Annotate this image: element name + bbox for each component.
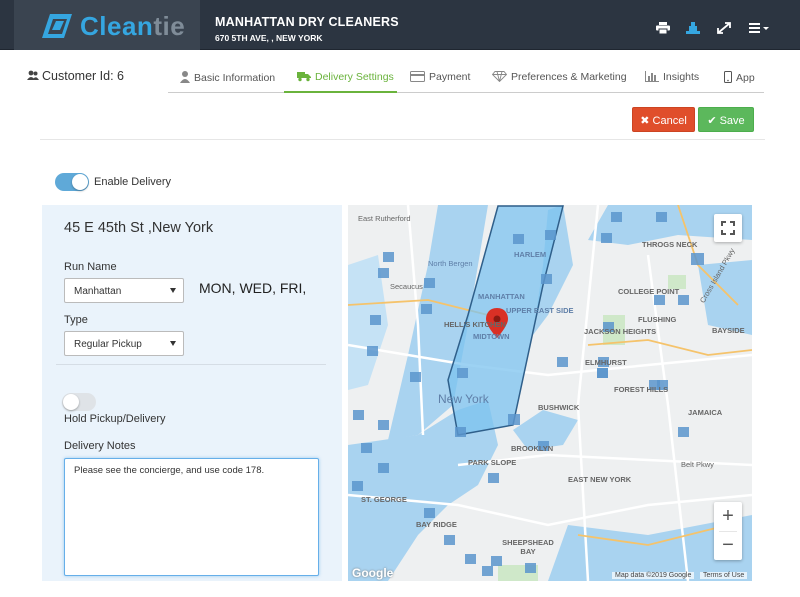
enable-delivery-toggle[interactable] [55, 173, 89, 191]
map-label: BAYSIDE [712, 326, 745, 335]
users-icon [27, 70, 39, 80]
divider [40, 139, 765, 140]
expand-icon[interactable] [717, 22, 731, 34]
business-address: 670 5TH AVE, , NEW YORK [215, 33, 323, 43]
panel-divider [56, 364, 326, 365]
fullscreen-button[interactable] [714, 214, 742, 242]
map-label: New York [438, 392, 489, 406]
map-attribution: Map data ©2019 Google [612, 572, 695, 579]
enable-delivery-label: Enable Delivery [94, 176, 172, 188]
type-label: Type [64, 314, 88, 326]
diamond-icon [491, 71, 508, 83]
caret-down-icon [170, 341, 176, 346]
check-icon: ✔ [707, 115, 717, 127]
map-label: Belt Pkwy [681, 460, 714, 469]
tab-delivery-settings[interactable]: Delivery Settings [284, 60, 397, 93]
map-label: MANHATTAN [478, 292, 525, 301]
tab-basic-information[interactable]: Basic Information [180, 60, 275, 93]
save-button[interactable]: ✔ Save [698, 107, 754, 132]
hold-label: Hold Pickup/Delivery [64, 413, 166, 425]
delivery-notes-textarea[interactable]: Please see the concierge, and use code 1… [64, 458, 319, 576]
terms-link[interactable]: Terms of Use [700, 572, 748, 579]
map-label: BAY RIDGE [416, 520, 457, 529]
tab-insights[interactable]: Insights [645, 60, 699, 93]
type-select[interactable]: Regular Pickup [64, 331, 184, 356]
user-icon [180, 71, 190, 83]
map-label: ST. GEORGE [361, 495, 407, 504]
truck-icon [297, 72, 311, 82]
close-icon: ✖ [640, 115, 650, 127]
logo-text: Cleantie [80, 11, 186, 41]
delivery-notes-label: Delivery Notes [64, 440, 136, 452]
tab-app[interactable]: App [724, 60, 755, 93]
zoom-in-button[interactable]: + [714, 502, 742, 531]
tab-preferences-marketing[interactable]: Preferences & Marketing [491, 60, 627, 93]
bar-chart-icon [645, 71, 659, 82]
zoom-out-button[interactable]: − [714, 531, 742, 560]
delivery-days: MON, WED, FRI, [199, 280, 307, 296]
map-label: THROGS NECK [642, 240, 698, 249]
map-label: BUSHWICK [538, 403, 580, 412]
map[interactable]: East Rutherford North Bergen Secaucus HA… [348, 205, 752, 581]
map-label: MIDTOWN [473, 332, 510, 341]
cancel-button[interactable]: ✖ Cancel [632, 107, 695, 132]
run-name-label: Run Name [64, 261, 117, 273]
hold-toggle[interactable] [62, 393, 96, 411]
map-label: East Rutherford [358, 214, 411, 223]
map-label: EAST NEW YORK [568, 475, 632, 484]
route-icon[interactable] [686, 22, 700, 34]
top-bar: Cleantie MANHATTAN DRY CLEANERS 670 5TH … [0, 0, 800, 50]
map-label: Secaucus [390, 282, 423, 291]
tab-payment[interactable]: Payment [410, 60, 470, 93]
map-label: HARLEM [514, 250, 547, 259]
map-label: COLLEGE POINT [618, 287, 680, 296]
map-label: ELMHURST [585, 358, 627, 367]
map-canvas[interactable] [348, 205, 752, 581]
map-label: HELL'S KITCHEN [444, 320, 506, 329]
logo[interactable]: Cleantie [14, 0, 200, 50]
fullscreen-icon [721, 221, 735, 235]
map-label: FOREST HILLS [614, 385, 669, 394]
map-label: PARK SLOPE [468, 458, 517, 467]
run-name-select[interactable]: Manhattan [64, 278, 184, 303]
map-label: JAMAICA [688, 408, 723, 417]
print-icon[interactable] [656, 22, 670, 34]
map-label: JACKSON HEIGHTS [584, 327, 657, 336]
map-label: BROOKLYN [511, 444, 554, 453]
card-icon [410, 71, 425, 82]
map-label: SHEEPSHEAD BAY [502, 538, 554, 556]
menu-icon[interactable] [749, 22, 769, 34]
logo-icon [42, 14, 72, 38]
phone-icon [724, 71, 732, 83]
map-label: FLUSHING [638, 315, 677, 324]
delivery-address: 45 E 45th St ,New York [64, 220, 214, 236]
tab-bar: Basic Information Delivery Settings Paym… [168, 60, 764, 93]
customer-id: Customer Id: 6 [27, 69, 124, 83]
google-logo: Google [352, 566, 394, 580]
caret-down-icon [170, 288, 176, 293]
business-name: MANHATTAN DRY CLEANERS [215, 15, 399, 29]
map-label: North Bergen [428, 259, 473, 268]
map-label: UPPER EAST SIDE [506, 306, 574, 315]
zoom-control: + − [714, 502, 742, 560]
